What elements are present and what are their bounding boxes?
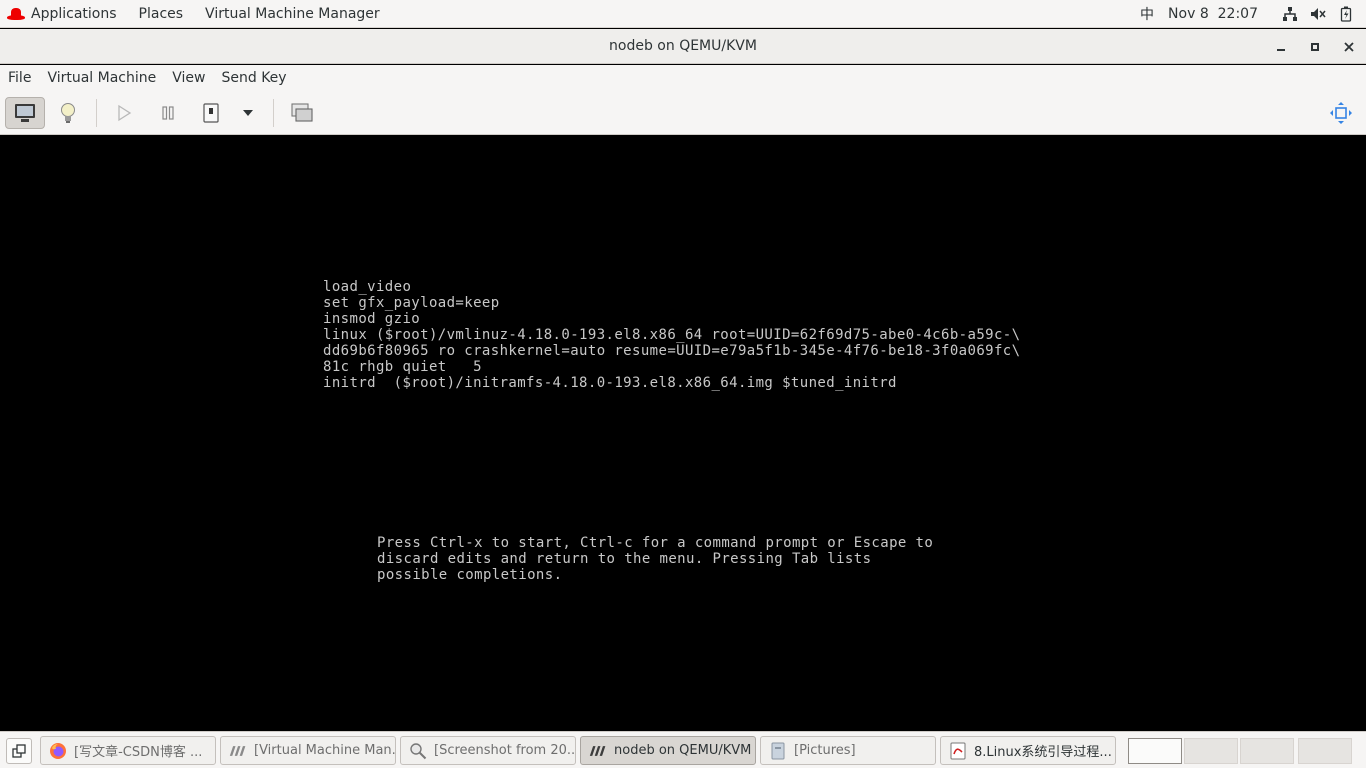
window-title: nodeb on QEMU/KVM [609,38,757,54]
app-menu[interactable]: Virtual Machine Manager [194,0,391,28]
grub-edit-line: insmod gzio [323,311,421,327]
grub-edit-line: set gfx_payload=keep [323,295,500,311]
network-icon[interactable] [1282,6,1298,22]
taskbar: [写文章-CSDN博客 ... [Virtual Machine Man... … [0,731,1366,768]
clock-time: 22:07 [1217,6,1258,22]
taskbar-item-nodeb-console[interactable]: nodeb on QEMU/KVM [580,736,756,765]
shutdown-menu-icon [243,110,253,116]
pause-icon [162,106,174,120]
grub-help-text: Press Ctrl-x to start, Ctrl-c for a comm… [377,535,934,551]
clock-date: Nov 8 [1168,6,1209,22]
taskbar-item-screenshot[interactable]: [Screenshot from 20... [400,736,576,765]
workspace-3[interactable] [1240,738,1294,764]
grub-help-text: discard edits and return to the menu. Pr… [377,551,872,567]
volume-icon[interactable] [1310,6,1326,22]
details-button[interactable] [52,97,84,129]
grub-help-text: possible completions. [377,567,563,583]
fullscreen-icon [1330,102,1352,124]
grub-edit-line: 81c rhgb quiet 5 [323,359,482,375]
taskbar-item-pictures[interactable]: [Pictures] [760,736,936,765]
shutdown-menu-button[interactable] [236,97,260,129]
taskbar-item-document-viewer[interactable]: 8.Linux系统引导过程... [940,736,1116,765]
task-label: [Virtual Machine Man... [254,743,395,758]
menu-bar: File Virtual Machine View Send Key [0,65,1366,91]
grub-edit-line: load_video [323,279,412,295]
workspace-2[interactable] [1184,738,1238,764]
task-label: [Screenshot from 20... [434,743,575,758]
details-bulb-icon [61,103,75,123]
clock[interactable]: Nov 8 22:07 [1168,6,1258,22]
firefox-icon [49,742,67,760]
maximize-icon [1311,42,1319,51]
shutdown-button[interactable] [196,97,226,129]
virt-manager-icon [229,742,247,760]
minimize-icon [1277,48,1285,51]
task-label: [Pictures] [794,743,856,758]
menu-view[interactable]: View [164,70,213,86]
taskbar-item-virt-manager[interactable]: [Virtual Machine Man... [220,736,396,765]
pause-button[interactable] [152,97,184,129]
taskbar-item-firefox[interactable]: [写文章-CSDN博客 ... [40,736,216,765]
task-label: [写文章-CSDN博客 ... [74,745,203,760]
task-label: 8.Linux系统引导过程... [974,745,1112,760]
grub-edit-line: linux ($root)/vmlinuz-4.18.0-193.el8.x86… [323,327,1021,343]
workspace-4[interactable] [1298,738,1352,764]
virt-manager-icon [589,742,607,760]
redhat-logo-icon [7,7,25,20]
places-menu[interactable]: Places [128,0,195,28]
run-button[interactable] [108,97,140,129]
shutdown-icon [203,103,219,123]
close-button[interactable] [1332,29,1366,64]
toolbar-separator [273,99,274,127]
applications-label: Applications [31,5,117,22]
snapshots-button[interactable] [286,97,318,129]
console-button[interactable] [5,97,45,129]
show-desktop-button[interactable] [6,738,32,764]
vm-console[interactable]: load_video set gfx_payload=keep insmod g… [0,135,1366,731]
run-icon [118,104,132,122]
battery-icon[interactable] [1338,6,1354,22]
toolbar [0,91,1366,135]
console-icon [15,104,35,122]
task-label: nodeb on QEMU/KVM [614,743,752,758]
input-method-indicator[interactable]: 中 [1140,4,1154,24]
grub-edit-line: dd69b6f80965 ro crashkernel=auto resume=… [323,343,1021,359]
menu-virtual-machine[interactable]: Virtual Machine [39,70,164,86]
document-viewer-icon [949,742,967,760]
show-desktop-icon [12,744,26,758]
toolbar-separator [96,99,97,127]
menu-file[interactable]: File [0,70,39,86]
window-titlebar[interactable]: nodeb on QEMU/KVM [0,29,1366,64]
fullscreen-button[interactable] [1325,97,1357,129]
menu-send-key[interactable]: Send Key [213,70,294,86]
grub-edit-line: initrd ($root)/initramfs-4.18.0-193.el8.… [323,375,897,391]
close-icon [1344,41,1354,52]
places-label: Places [138,5,184,22]
app-menu-label: Virtual Machine Manager [205,5,380,22]
top-bar: Applications Places Virtual Machine Mana… [0,0,1366,28]
applications-menu[interactable]: Applications [0,0,128,28]
screenshot-icon [409,742,427,760]
snapshots-icon [291,103,313,122]
folder-icon [769,742,787,760]
maximize-button[interactable] [1298,29,1332,64]
minimize-button[interactable] [1264,29,1298,64]
workspace-1[interactable] [1128,738,1182,764]
